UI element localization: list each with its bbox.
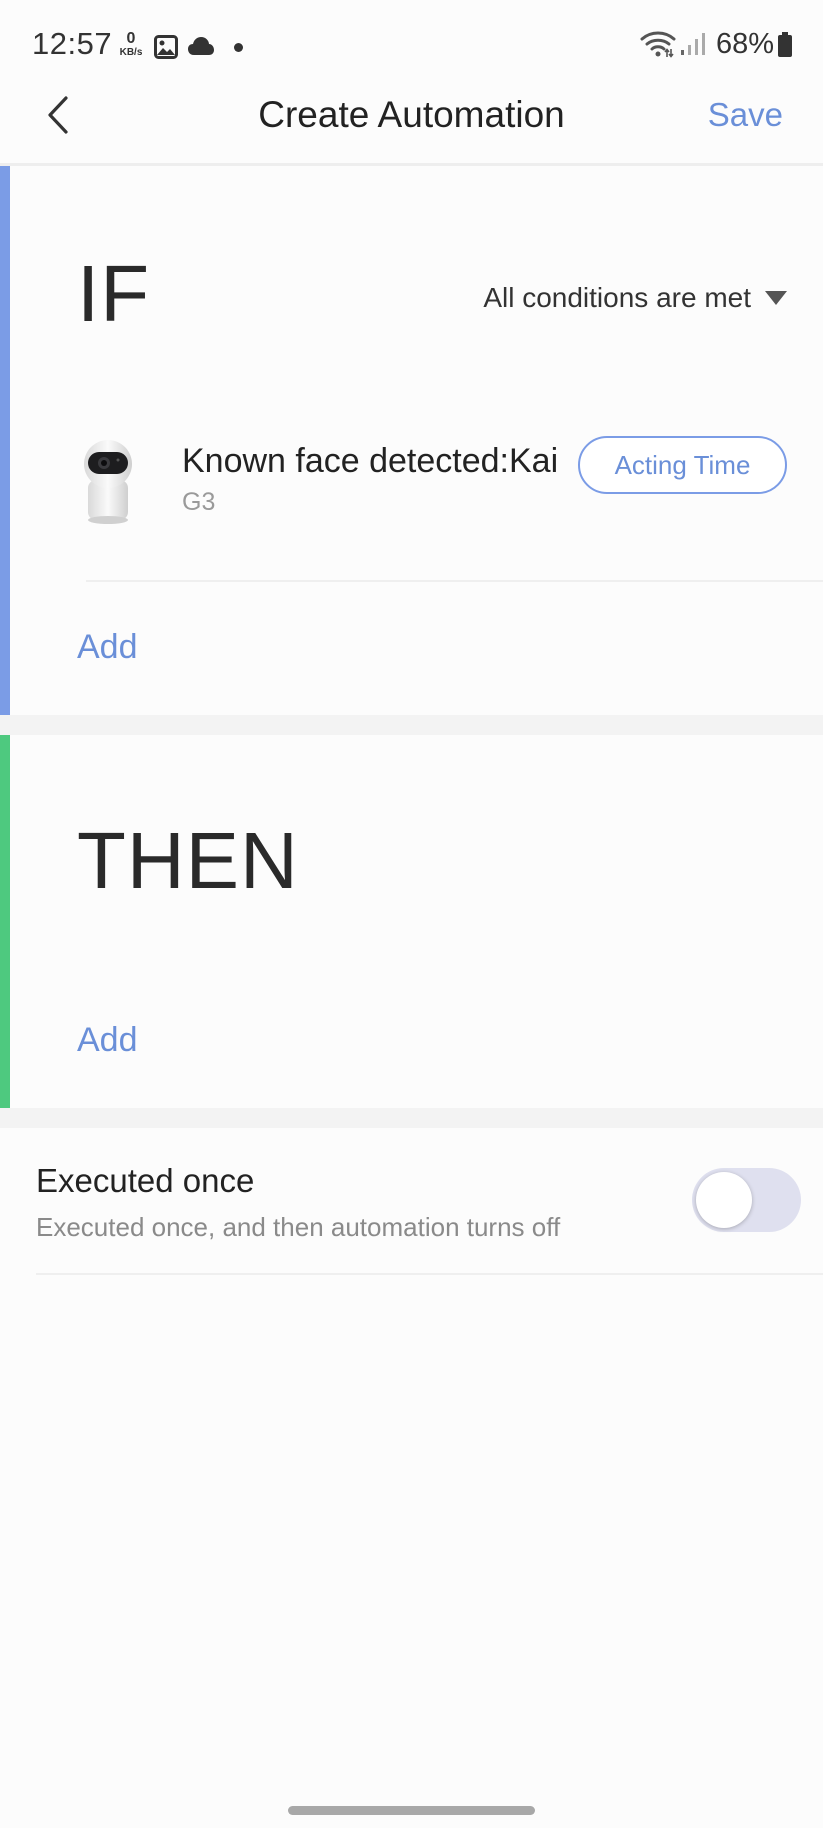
executed-once-title: Executed once [36, 1162, 255, 1199]
network-speed-unit: KB/s [119, 47, 143, 58]
cloud-icon [187, 36, 215, 61]
caret-down-icon [765, 291, 787, 305]
signal-icon [680, 32, 708, 61]
section-spacer [0, 715, 823, 735]
app-header: Create Automation Save [0, 92, 823, 164]
condition-divider [86, 580, 823, 582]
then-heading: THEN [77, 816, 299, 905]
section-spacer [0, 1108, 823, 1128]
acting-time-button[interactable]: Acting Time [578, 436, 787, 494]
condition-mode-label: All conditions are met [483, 282, 751, 313]
home-indicator[interactable] [288, 1806, 535, 1815]
gallery-icon [154, 35, 178, 64]
page-title: Create Automation [258, 94, 565, 135]
condition-device-name: G3 [182, 488, 216, 516]
add-action-button[interactable]: Add [77, 1021, 138, 1060]
camera-device-icon [76, 436, 140, 526]
then-accent-bar [0, 735, 10, 1108]
network-speed: 0 KB/s [116, 31, 146, 58]
condition-title: Known face detected:Kai [182, 442, 559, 480]
executed-once-row: Executed once Executed once, and then au… [0, 1128, 823, 1276]
if-heading: IF [77, 249, 151, 338]
status-bar: 12:57 0 KB/s 68% [0, 0, 823, 92]
add-condition-button[interactable]: Add [77, 628, 138, 667]
network-speed-value: 0 [126, 30, 136, 47]
executed-once-description: Executed once, and then automation turns… [36, 1212, 561, 1242]
toggle-knob [696, 1172, 752, 1228]
if-section: IF All conditions are met Known face det… [0, 166, 823, 715]
executed-once-toggle[interactable] [692, 1168, 801, 1232]
if-accent-bar [0, 166, 10, 715]
wifi-icon [640, 30, 676, 63]
battery-percentage: 68% [716, 28, 775, 60]
save-button[interactable]: Save [708, 96, 783, 134]
condition-mode-dropdown[interactable]: All conditions are met [483, 282, 787, 314]
notification-dot [234, 43, 243, 52]
status-time: 12:57 [32, 26, 113, 61]
battery-icon [777, 32, 793, 63]
then-section: THEN Add [0, 735, 823, 1108]
condition-item[interactable]: Known face detected:Kai G3 Acting Time [10, 436, 823, 568]
executed-once-divider [36, 1273, 823, 1275]
